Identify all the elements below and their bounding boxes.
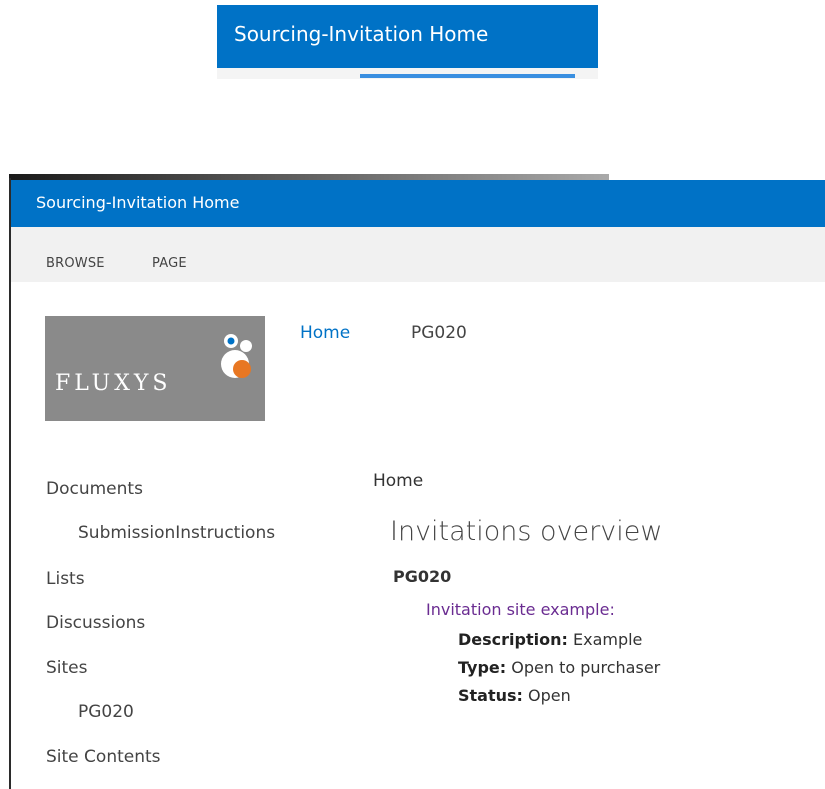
topnav-pg020[interactable]: PG020 <box>411 323 467 343</box>
site-logo[interactable]: FLUXYS <box>45 316 265 421</box>
leftnav-submissioninstructions[interactable]: SubmissionInstructions <box>78 523 275 543</box>
detail-label: Status: <box>458 686 523 705</box>
ribbon: BROWSE PAGE <box>11 227 825 282</box>
detail-label: Description: <box>458 630 568 649</box>
topnav-home[interactable]: Home <box>300 323 350 343</box>
detail-type: Type: Open to purchaser <box>458 658 660 677</box>
leftnav-sites[interactable]: Sites <box>46 658 88 678</box>
logo-molecule-icon <box>221 334 252 378</box>
tab-browse[interactable]: BROWSE <box>46 256 105 271</box>
page-title: Invitations overview <box>390 516 663 547</box>
snippet-suite-bar: Sourcing-Invitation Home <box>217 5 598 68</box>
detail-status: Status: Open <box>458 686 571 705</box>
site-title-link[interactable]: Sourcing-Invitation Home <box>36 193 239 212</box>
snippet-tab-underline <box>360 74 575 78</box>
detail-label: Type: <box>458 658 507 677</box>
detail-value: Example <box>572 630 643 649</box>
leftnav-pg020[interactable]: PG020 <box>78 702 134 722</box>
leftnav-documents[interactable]: Documents <box>46 479 143 499</box>
tab-page[interactable]: PAGE <box>152 256 187 271</box>
detail-value: Open <box>528 686 571 705</box>
invitation-site-link[interactable]: Invitation site example: <box>426 600 615 619</box>
leftnav-lists[interactable]: Lists <box>46 569 85 589</box>
snippet-title[interactable]: Sourcing-Invitation Home <box>234 22 488 46</box>
suite-bar: Sourcing-Invitation Home <box>11 180 825 227</box>
logo-text: FLUXYS <box>55 371 172 396</box>
detail-value: Open to purchaser <box>511 658 661 677</box>
header-snippet: Sourcing-Invitation Home <box>217 5 598 79</box>
leftnav-discussions[interactable]: Discussions <box>46 613 145 633</box>
breadcrumb[interactable]: Home <box>373 471 423 491</box>
detail-description: Description: Example <box>458 630 642 649</box>
site-name-heading: PG020 <box>393 567 452 586</box>
leftnav-site-contents[interactable]: Site Contents <box>46 747 161 767</box>
